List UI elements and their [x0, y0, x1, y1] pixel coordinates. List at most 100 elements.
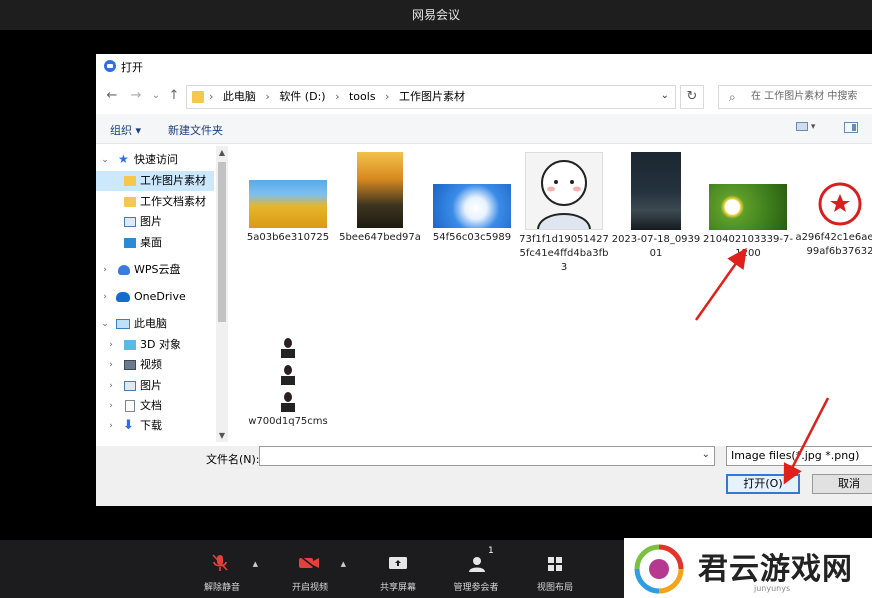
search-input[interactable]: ⌕ 在 工作图片素材 中搜索: [718, 85, 872, 109]
sidebar-item-label: 视频: [140, 358, 162, 371]
chevron-right-icon[interactable]: ›: [106, 335, 116, 355]
video-icon: [124, 360, 136, 370]
sidebar-item-videos[interactable]: › 视频: [96, 355, 214, 375]
caret-up-icon[interactable]: ▲: [341, 560, 346, 568]
cancel-button[interactable]: 取消: [812, 474, 872, 494]
recent-locations-chevron-icon[interactable]: ⌄: [148, 88, 164, 104]
cartoon-face-drawing: [537, 160, 591, 230]
chevron-down-icon[interactable]: ⌄: [100, 150, 110, 170]
sidebar-item-work-images[interactable]: 工作图片素材: [96, 171, 214, 191]
chevron-right-icon[interactable]: ›: [100, 287, 110, 307]
preview-pane-icon[interactable]: [844, 122, 858, 133]
sidebar-item-pictures[interactable]: › 图片: [96, 376, 214, 396]
chevron-down-icon[interactable]: ⌄: [661, 90, 669, 101]
back-arrow-icon[interactable]: ←: [104, 88, 120, 104]
dialog-title: 打开: [121, 61, 143, 74]
navigation-row: ← → ⌄ ↑ › 此电脑 › 软件 (D:) › tools › 工作图片素材…: [96, 82, 872, 112]
id-photos-drawing: [277, 334, 299, 412]
breadcrumb-separator: ›: [265, 90, 270, 103]
share-screen-button[interactable]: 共享屏幕: [362, 540, 434, 598]
3d-objects-icon: [124, 340, 136, 350]
breadcrumb-current-folder[interactable]: 工作图片素材: [399, 90, 465, 103]
breadcrumb-this-pc[interactable]: 此电脑: [223, 90, 256, 103]
thumbnail-sunset-flowers: [357, 152, 403, 228]
file-item[interactable]: 73f1f1d190514275fc41e4ffd4ba3fb3: [518, 152, 610, 275]
sidebar-item-downloads[interactable]: › ⬇ 下载: [96, 416, 214, 436]
breadcrumb-tools[interactable]: tools: [349, 90, 376, 103]
view-layout-label: 视图布局: [536, 583, 573, 593]
file-name: a296f42c1e6aecc99af6b37632: [795, 232, 872, 257]
file-item[interactable]: 210402103339-7-1200: [702, 184, 794, 261]
manage-participants-button[interactable]: 1 管理参会者: [440, 540, 512, 598]
file-item[interactable]: a296f42c1e6aecc99af6b37632: [794, 180, 872, 259]
sidebar-item-label: 图片: [140, 215, 162, 228]
unmute-button[interactable]: ▲ 解除静音: [186, 540, 258, 598]
sidebar-item-onedrive[interactable]: › OneDrive: [96, 287, 214, 307]
open-button[interactable]: 打开(O): [726, 474, 800, 494]
thumbnail-night-poster: [631, 152, 681, 230]
filetype-select[interactable]: Image files(*.jpg *.png): [726, 446, 872, 466]
caret-up-icon[interactable]: ▲: [253, 560, 258, 568]
scroll-down-icon[interactable]: ▼: [216, 431, 228, 440]
folder-icon: [192, 91, 204, 103]
file-name: 5bee647bed97a: [339, 232, 421, 243]
chevron-down-icon[interactable]: ⌄: [702, 449, 710, 460]
dialog-toolbar: 组织 ▾ 新建文件夹 ▾: [96, 114, 872, 144]
folder-icon: [124, 197, 136, 207]
open-file-dialog: 打开 ← → ⌄ ↑ › 此电脑 › 软件 (D:) › tools › 工作图…: [96, 54, 872, 506]
search-placeholder: 在 工作图片素材 中搜索: [751, 91, 858, 102]
watermark-text: 君云游戏网: [698, 552, 853, 587]
chevron-down-icon[interactable]: ⌄: [100, 314, 110, 334]
search-icon: ⌕: [729, 90, 736, 104]
file-item[interactable]: 5a03b6e310725: [242, 180, 334, 245]
scroll-up-icon[interactable]: ▲: [216, 148, 228, 157]
file-name: 2023-07-18_093901: [611, 234, 701, 259]
file-item[interactable]: 2023-07-18_093901: [610, 152, 702, 261]
desktop-icon: [124, 238, 136, 248]
sidebar-item-desktop[interactable]: 桌面: [96, 233, 214, 253]
breadcrumb-drive-d[interactable]: 软件 (D:): [279, 90, 325, 103]
scrollbar-thumb[interactable]: [218, 162, 226, 322]
app-logo-icon: [104, 60, 116, 72]
organize-menu-button[interactable]: 组织 ▾: [110, 122, 141, 138]
file-item[interactable]: 54f56c03c5989: [426, 184, 518, 245]
start-video-button[interactable]: ▲ 开启视频: [274, 540, 346, 598]
chevron-right-icon[interactable]: ›: [106, 396, 116, 416]
sidebar-item-this-pc[interactable]: ⌄ 此电脑: [96, 314, 214, 334]
sidebar-item-work-documents[interactable]: 工作文档素材: [96, 192, 214, 212]
filename-input[interactable]: ⌄: [259, 446, 715, 466]
chevron-right-icon[interactable]: ›: [106, 376, 116, 396]
view-layout-button[interactable]: 视图布局: [519, 540, 591, 598]
chevron-right-icon[interactable]: ›: [100, 260, 110, 280]
file-name: 5a03b6e310725: [246, 232, 330, 243]
thumbnail-yellow-trees: [249, 180, 327, 228]
sidebar-item-documents[interactable]: › 文档: [96, 396, 214, 416]
navigation-pane: ⌄ ★ 快速访问 工作图片素材 工作文档素材 图片 桌面 › WPS云盘 › O…: [96, 146, 230, 446]
file-item[interactable]: w700d1q75cms: [242, 334, 334, 429]
chevron-right-icon[interactable]: ›: [106, 416, 116, 436]
sidebar-item-3d-objects[interactable]: › 3D 对象: [96, 335, 214, 355]
sidebar-item-label: 桌面: [140, 236, 162, 249]
sidebar-item-wps-cloud[interactable]: › WPS云盘: [96, 260, 214, 280]
forward-arrow-icon[interactable]: →: [128, 88, 144, 104]
sidebar-item-label: WPS云盘: [134, 263, 181, 276]
open-button-label: 打开(O): [743, 477, 783, 490]
view-options-button[interactable]: ▾: [796, 122, 826, 136]
breadcrumb-separator: ›: [335, 90, 340, 103]
chevron-right-icon[interactable]: ›: [106, 355, 116, 375]
refresh-button[interactable]: ↻: [680, 85, 704, 109]
sidebar-item-pictures-quick[interactable]: 图片: [96, 212, 214, 232]
watermark-logo-icon: [634, 544, 684, 594]
up-arrow-icon[interactable]: ↑: [166, 88, 182, 104]
file-name: w700d1q75cms: [248, 416, 328, 427]
sidebar-item-label: 3D 对象: [140, 338, 181, 351]
file-item[interactable]: 5bee647bed97a: [334, 152, 426, 245]
computer-icon: [116, 319, 130, 329]
site-watermark: 君云游戏网 junyunys: [624, 538, 872, 598]
layout-icon: [548, 557, 562, 571]
navigation-scrollbar[interactable]: ▲ ▼: [216, 146, 228, 442]
address-bar[interactable]: › 此电脑 › 软件 (D:) › tools › 工作图片素材 ⌄: [186, 85, 676, 109]
new-folder-button[interactable]: 新建文件夹: [168, 122, 223, 138]
sidebar-item-quick-access[interactable]: ⌄ ★ 快速访问: [96, 150, 214, 170]
documents-icon: [125, 400, 135, 412]
